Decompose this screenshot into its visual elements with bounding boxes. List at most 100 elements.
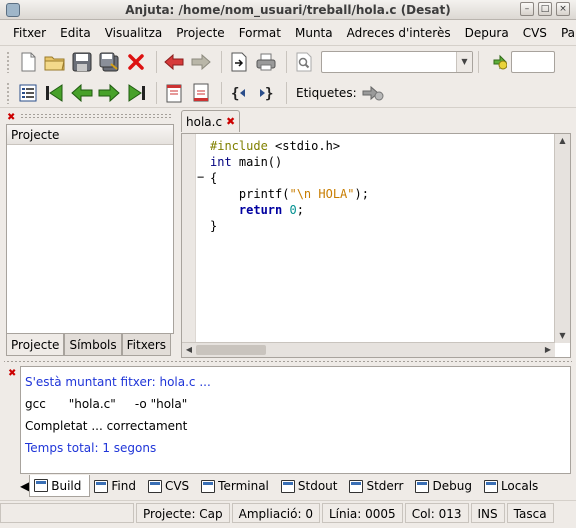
build-output[interactable]: S'està muntant fitxer: hola.c ... gcc "h… — [20, 366, 571, 474]
prev-brace-button[interactable]: { — [227, 81, 251, 105]
code-token: <stdio.h> — [267, 139, 341, 153]
back-button[interactable] — [70, 81, 94, 105]
minimize-button[interactable]: – — [520, 2, 534, 16]
save-icon — [72, 52, 92, 72]
scroll-right-icon[interactable]: ▶ — [541, 343, 555, 357]
code-editor[interactable]: − #include <stdio.h> int main(){ printf("… — [181, 133, 571, 358]
undo-arrow-icon — [164, 54, 184, 70]
block-end-button[interactable] — [189, 81, 213, 105]
close-icon[interactable]: ✖ — [8, 368, 16, 379]
tab-fitxers[interactable]: Fitxers — [121, 334, 172, 356]
code-text[interactable]: #include <stdio.h> int main(){ printf("\n… — [210, 138, 369, 234]
tab-find[interactable]: Find — [90, 475, 144, 497]
tab-terminal[interactable]: Terminal — [197, 475, 277, 497]
next-brace-button[interactable]: } — [254, 81, 278, 105]
last-button[interactable] — [124, 81, 148, 105]
redo-button[interactable] — [189, 50, 213, 74]
message-tabs: ◀ Build Find CVS Terminal Stdout Stderr … — [20, 475, 571, 497]
goto-line-button[interactable] — [484, 50, 508, 74]
fold-marker-icon[interactable]: − — [197, 170, 204, 184]
marker-margin[interactable] — [182, 134, 196, 343]
tabs-scroll-left-icon[interactable]: ◀ — [20, 479, 29, 493]
tab-projecte[interactable]: Projecte — [6, 334, 65, 356]
first-button[interactable] — [43, 81, 67, 105]
tab-debug[interactable]: Debug — [411, 475, 479, 497]
arrow-left-icon — [71, 83, 93, 102]
window-controls: – □ × — [520, 2, 570, 16]
editor-vertical-scrollbar[interactable]: ▲ ▼ — [554, 134, 570, 343]
toolbar-separator — [156, 81, 157, 104]
menu-format[interactable]: Format — [232, 26, 288, 40]
save-all-button[interactable] — [97, 50, 121, 74]
project-tree[interactable]: Projecte — [6, 124, 174, 334]
panel-grip[interactable] — [20, 113, 172, 119]
page-arrow-icon — [231, 52, 247, 72]
block-start-button[interactable] — [162, 81, 186, 105]
scroll-down-icon[interactable]: ▼ — [555, 329, 570, 343]
undo-button[interactable] — [162, 50, 186, 74]
close-icon[interactable]: ✖ — [7, 112, 15, 123]
goto-page-button[interactable] — [227, 50, 251, 74]
main-toolbar: ▼ — [0, 47, 576, 77]
scroll-left-icon[interactable]: ◀ — [182, 343, 196, 357]
menu-fitxer[interactable]: Fitxer — [6, 26, 53, 40]
tab-stderr[interactable]: Stderr — [345, 475, 411, 497]
status-message — [0, 502, 134, 523]
status-line: Línia: 0005 — [321, 502, 403, 523]
tab-cvs[interactable]: CVS — [144, 475, 197, 497]
editor-horizontal-scrollbar[interactable]: ◀ ▶ — [182, 342, 555, 357]
toolbar-grip[interactable] — [6, 81, 10, 104]
document-list-button[interactable] — [16, 81, 40, 105]
menu-visualitza[interactable]: Visualitza — [98, 26, 170, 40]
goto-line-input[interactable] — [511, 51, 555, 73]
code-line: return 0; — [210, 202, 369, 218]
tab-build[interactable]: Build — [29, 475, 91, 497]
code-line: { — [210, 170, 369, 186]
close-tab-icon[interactable]: ✖ — [226, 115, 235, 128]
bookmarks-goto-button[interactable] — [361, 81, 385, 105]
close-file-button[interactable] — [124, 50, 148, 74]
message-line[interactable]: Temps total: 1 segons — [25, 437, 570, 459]
menu-munta[interactable]: Munta — [288, 26, 340, 40]
tab-stdout[interactable]: Stdout — [277, 475, 346, 497]
message-line[interactable]: S'està muntant fitxer: hola.c ... — [25, 371, 570, 393]
editor-tab-hola-c[interactable]: hola.c ✖ — [181, 110, 241, 132]
scroll-up-icon[interactable]: ▲ — [555, 134, 570, 148]
project-panel-header: ✖ — [4, 110, 176, 124]
maximize-button[interactable]: □ — [538, 2, 552, 16]
status-col: Col: 013 — [404, 502, 469, 523]
scrollbar-thumb[interactable] — [196, 345, 266, 355]
find-button[interactable] — [292, 50, 316, 74]
find-page-icon — [296, 52, 312, 72]
menu-projecte[interactable]: Projecte — [169, 26, 231, 40]
open-file-button[interactable] — [43, 50, 67, 74]
save-button[interactable] — [70, 50, 94, 74]
toolbar-grip[interactable] — [6, 51, 10, 73]
project-panel: ✖ Projecte Projecte Símbols Fitxers — [4, 110, 176, 357]
close-button[interactable]: × — [556, 2, 570, 16]
block-end-icon — [193, 83, 209, 101]
tab-locals[interactable]: Locals — [480, 475, 546, 497]
search-combo[interactable]: ▼ — [321, 51, 473, 73]
message-line[interactable]: gcc "hola.c" -o "hola" — [25, 393, 570, 415]
menu-adreces[interactable]: Adreces d'interès — [340, 26, 458, 40]
code-token: main() — [231, 155, 283, 169]
status-project: Projecte: Cap — [136, 502, 230, 523]
menu-edita[interactable]: Edita — [53, 26, 98, 40]
message-line[interactable]: Completat ... correctament — [25, 415, 570, 437]
status-mode: INS — [470, 502, 505, 523]
pane-splitter[interactable] — [4, 359, 572, 365]
menu-cvs[interactable]: CVS — [516, 26, 554, 40]
menu-depura[interactable]: Depura — [458, 26, 516, 40]
print-button[interactable] — [254, 50, 278, 74]
tab-simbols[interactable]: Símbols — [64, 334, 122, 356]
menu-parametres[interactable]: Parà — [554, 26, 576, 40]
code-line: int main() — [210, 154, 369, 170]
fold-margin[interactable] — [197, 134, 207, 343]
forward-button[interactable] — [97, 81, 121, 105]
toolbar-separator — [286, 81, 287, 104]
new-file-button[interactable] — [16, 50, 40, 74]
chevron-down-icon[interactable]: ▼ — [456, 52, 472, 72]
